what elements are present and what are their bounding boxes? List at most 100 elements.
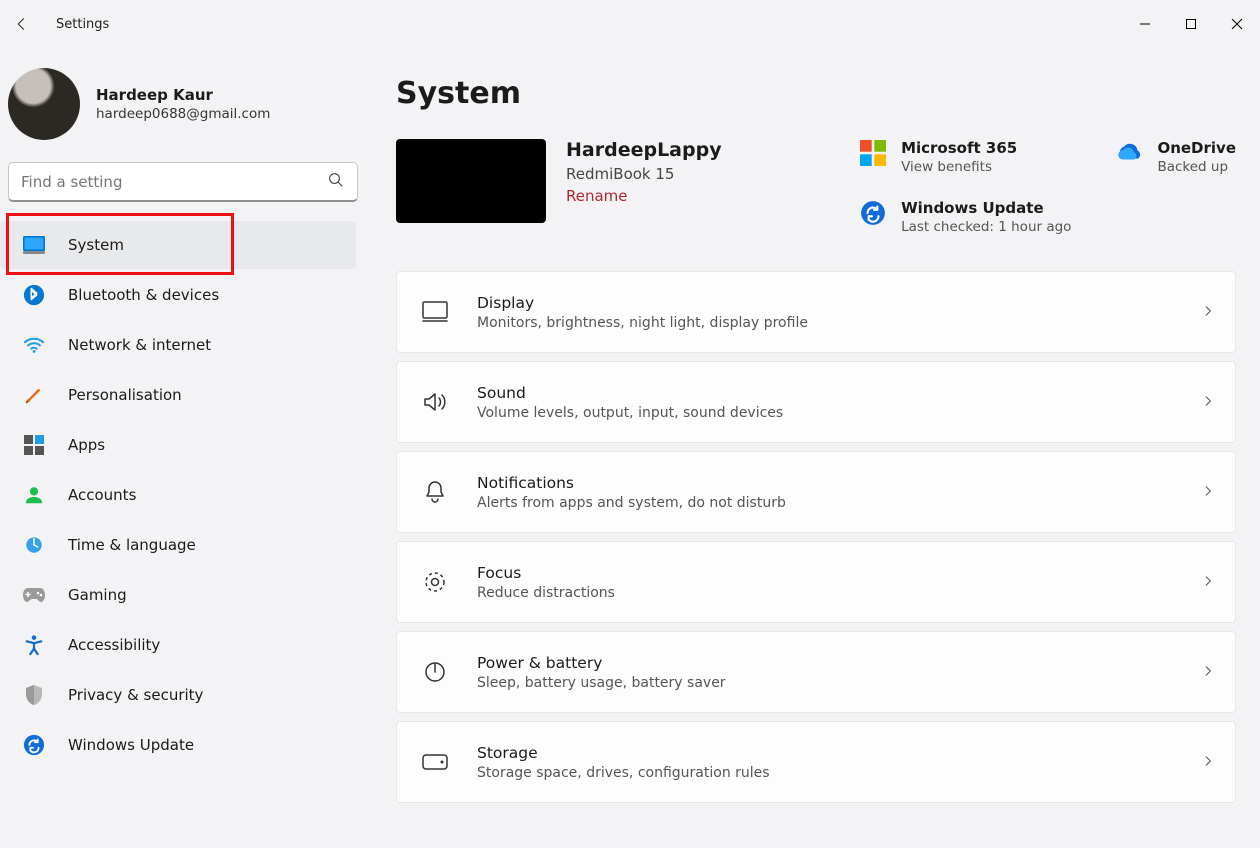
focus-icon bbox=[421, 570, 449, 594]
close-button[interactable] bbox=[1214, 8, 1260, 40]
power-icon bbox=[421, 660, 449, 684]
tile-sub: Backed up bbox=[1157, 159, 1236, 175]
wifi-icon bbox=[22, 334, 46, 356]
accessibility-icon bbox=[22, 634, 46, 656]
search-input[interactable] bbox=[9, 173, 357, 191]
card-sound[interactable]: Sound Volume levels, output, input, soun… bbox=[396, 361, 1236, 443]
settings-cards: Display Monitors, brightness, night ligh… bbox=[396, 271, 1236, 803]
card-title: Storage bbox=[477, 744, 1173, 762]
nav-label: Privacy & security bbox=[68, 686, 203, 704]
device-thumbnail bbox=[396, 139, 546, 223]
nav-item-apps[interactable]: Apps bbox=[0, 421, 356, 469]
microsoft-365-icon bbox=[859, 139, 887, 167]
arrow-left-icon bbox=[13, 15, 31, 33]
nav-label: Windows Update bbox=[68, 736, 194, 754]
update-icon bbox=[22, 734, 46, 756]
chevron-right-icon bbox=[1201, 663, 1215, 682]
tile-windows-update[interactable]: Windows Update Last checked: 1 hour ago bbox=[859, 199, 1071, 235]
titlebar: Settings bbox=[0, 0, 1260, 48]
chevron-right-icon bbox=[1201, 303, 1215, 322]
gamepad-icon bbox=[22, 586, 46, 604]
card-sub: Alerts from apps and system, do not dist… bbox=[477, 495, 1173, 511]
nav-item-accessibility[interactable]: Accessibility bbox=[0, 621, 356, 669]
card-sub: Storage space, drives, configuration rul… bbox=[477, 765, 1173, 781]
user-profile[interactable]: Hardeep Kaur hardeep0688@gmail.com bbox=[0, 56, 360, 152]
sidebar: Hardeep Kaur hardeep0688@gmail.com Syste… bbox=[0, 48, 360, 848]
nav-item-windows-update[interactable]: Windows Update bbox=[0, 721, 356, 769]
nav-item-time-language[interactable]: Time & language bbox=[0, 521, 356, 569]
device-block: HardeepLappy RedmiBook 15 Rename bbox=[396, 139, 722, 223]
nav-list: System Bluetooth & devices Network & int… bbox=[0, 216, 360, 770]
nav-item-accounts[interactable]: Accounts bbox=[0, 471, 356, 519]
nav-item-system[interactable]: System bbox=[0, 221, 356, 269]
apps-icon bbox=[22, 435, 46, 455]
nav-item-bluetooth[interactable]: Bluetooth & devices bbox=[0, 271, 356, 319]
search-input-container bbox=[8, 162, 358, 202]
card-title: Power & battery bbox=[477, 654, 1173, 672]
nav-label: Gaming bbox=[68, 586, 127, 604]
sound-icon bbox=[421, 391, 449, 413]
nav-label: Bluetooth & devices bbox=[68, 286, 219, 304]
device-name: HardeepLappy bbox=[566, 139, 722, 161]
tile-sub: Last checked: 1 hour ago bbox=[901, 219, 1071, 235]
tile-onedrive[interactable]: OneDrive Backed up bbox=[1115, 139, 1236, 175]
tile-sub: View benefits bbox=[901, 159, 1017, 175]
card-focus[interactable]: Focus Reduce distractions bbox=[396, 541, 1236, 623]
bell-icon bbox=[421, 480, 449, 504]
card-sub: Volume levels, output, input, sound devi… bbox=[477, 405, 1173, 421]
bluetooth-icon bbox=[22, 284, 46, 306]
card-sub: Sleep, battery usage, battery saver bbox=[477, 675, 1173, 691]
onedrive-icon bbox=[1115, 139, 1143, 167]
nav-label: Personalisation bbox=[68, 386, 182, 404]
card-storage[interactable]: Storage Storage space, drives, configura… bbox=[396, 721, 1236, 803]
tile-title: Microsoft 365 bbox=[901, 139, 1017, 157]
display-icon bbox=[421, 301, 449, 323]
search-icon bbox=[327, 171, 345, 193]
brush-icon bbox=[22, 384, 46, 406]
device-model: RedmiBook 15 bbox=[566, 165, 722, 183]
card-sub: Reduce distractions bbox=[477, 585, 1173, 601]
user-email: hardeep0688@gmail.com bbox=[96, 106, 270, 122]
card-title: Display bbox=[477, 294, 1173, 312]
card-display[interactable]: Display Monitors, brightness, night ligh… bbox=[396, 271, 1236, 353]
main-panel: System HardeepLappy RedmiBook 15 Rename … bbox=[360, 48, 1260, 848]
back-button[interactable] bbox=[6, 8, 38, 40]
window-controls bbox=[1122, 8, 1260, 40]
chevron-right-icon bbox=[1201, 753, 1215, 772]
card-notifications[interactable]: Notifications Alerts from apps and syste… bbox=[396, 451, 1236, 533]
tile-title: OneDrive bbox=[1157, 139, 1236, 157]
chevron-right-icon bbox=[1201, 393, 1215, 412]
nav-item-personalisation[interactable]: Personalisation bbox=[0, 371, 356, 419]
card-title: Sound bbox=[477, 384, 1173, 402]
person-icon bbox=[22, 484, 46, 506]
nav-label: System bbox=[68, 236, 124, 254]
nav-item-gaming[interactable]: Gaming bbox=[0, 571, 356, 619]
chevron-right-icon bbox=[1201, 573, 1215, 592]
card-sub: Monitors, brightness, night light, displ… bbox=[477, 315, 1173, 331]
clock-globe-icon bbox=[22, 534, 46, 556]
nav-label: Time & language bbox=[68, 536, 196, 554]
shield-icon bbox=[22, 684, 46, 706]
card-title: Notifications bbox=[477, 474, 1173, 492]
chevron-right-icon bbox=[1201, 483, 1215, 502]
card-power-battery[interactable]: Power & battery Sleep, battery usage, ba… bbox=[396, 631, 1236, 713]
minimize-button[interactable] bbox=[1122, 8, 1168, 40]
app-title: Settings bbox=[56, 17, 109, 32]
system-icon bbox=[22, 236, 46, 254]
storage-icon bbox=[421, 754, 449, 770]
nav-label: Apps bbox=[68, 436, 105, 454]
tile-title: Windows Update bbox=[901, 199, 1071, 217]
maximize-button[interactable] bbox=[1168, 8, 1214, 40]
user-name: Hardeep Kaur bbox=[96, 86, 270, 104]
rename-link[interactable]: Rename bbox=[566, 187, 628, 205]
nav-label: Network & internet bbox=[68, 336, 211, 354]
page-title: System bbox=[396, 76, 1236, 111]
update-icon bbox=[859, 199, 887, 227]
nav-item-privacy[interactable]: Privacy & security bbox=[0, 671, 356, 719]
nav-label: Accessibility bbox=[68, 636, 160, 654]
card-title: Focus bbox=[477, 564, 1173, 582]
nav-label: Accounts bbox=[68, 486, 136, 504]
tile-microsoft-365[interactable]: Microsoft 365 View benefits bbox=[859, 139, 1071, 175]
avatar bbox=[8, 68, 80, 140]
nav-item-network[interactable]: Network & internet bbox=[0, 321, 356, 369]
